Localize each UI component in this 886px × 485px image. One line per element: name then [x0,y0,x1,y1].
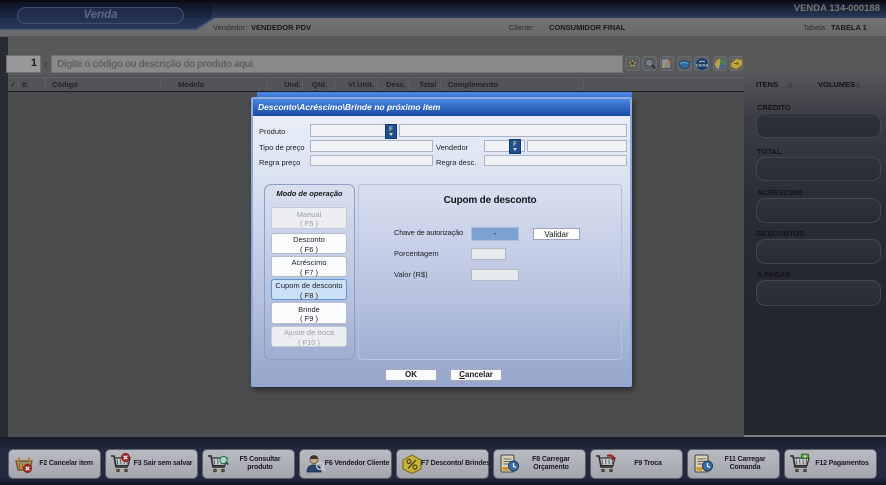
svg-text:F: F [389,127,393,133]
svg-text:CAIXA: CAIXA [696,62,709,67]
svg-text:F: F [513,142,517,148]
